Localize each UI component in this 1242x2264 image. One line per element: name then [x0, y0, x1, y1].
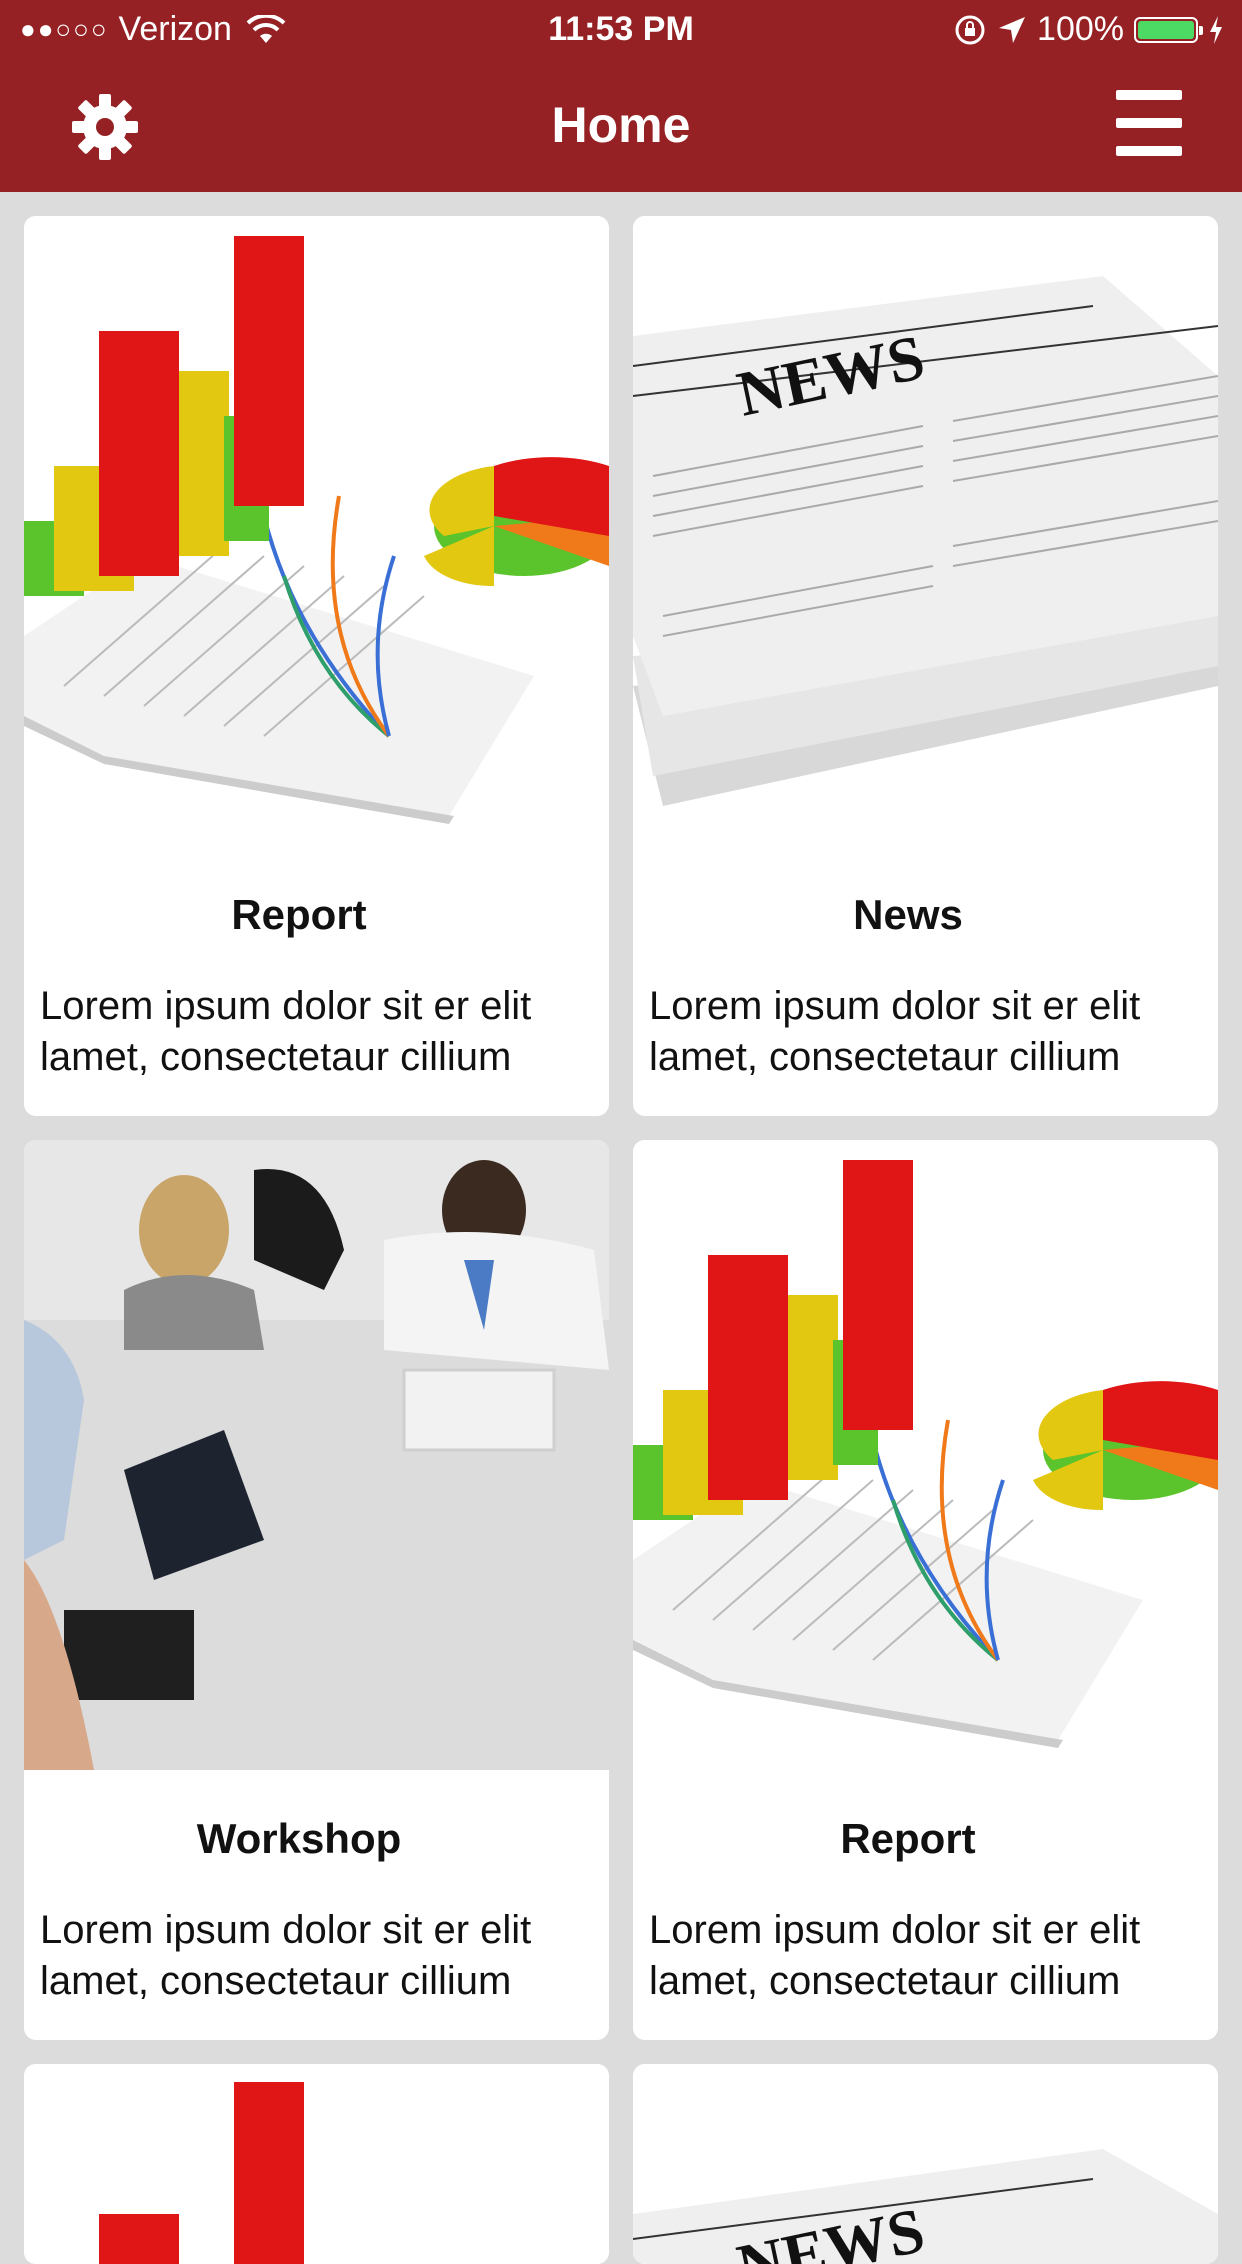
location-icon — [999, 16, 1026, 43]
card-description: Lorem ipsum dolor sit er elit lamet, con… — [649, 984, 1141, 1079]
card-report[interactable]: Report Lorem ipsum dolor sit er elit lam… — [24, 216, 609, 1116]
chart-image — [633, 1140, 1218, 1770]
newspaper-image: NEWS — [633, 216, 1218, 846]
page-title: Home — [551, 97, 691, 153]
card-description: Lorem ipsum dolor sit er elit lamet, con… — [649, 1908, 1141, 2003]
meeting-image — [24, 1140, 609, 1770]
newspaper-image: NEWS — [633, 2064, 1218, 2264]
card-news[interactable]: NEWS News Lorem ipsum dolor sit er elit … — [633, 216, 1218, 1116]
card-title: Workshop — [196, 1815, 402, 1862]
rotation-lock-icon — [955, 15, 985, 44]
card-report-2[interactable]: Report Lorem ipsum dolor sit er elit lam… — [633, 1140, 1218, 2040]
card-workshop[interactable]: Workshop Lorem ipsum dolor sit er elit l… — [24, 1140, 609, 2040]
card-description: Lorem ipsum dolor sit er elit lamet, con… — [40, 984, 532, 1079]
card-description: Lorem ipsum dolor sit er elit lamet, con… — [40, 1908, 532, 2003]
battery-percent: 100% — [1037, 10, 1124, 48]
hamburger-menu-icon[interactable] — [1116, 88, 1182, 158]
card-partial-right[interactable]: NEWS — [633, 2064, 1218, 2264]
card-title: Report — [231, 891, 367, 938]
card-partial-left[interactable] — [24, 2064, 609, 2264]
app-header: ●●○○○ Verizon 11:53 PM 100% Home — [0, 0, 1242, 192]
charging-icon — [1210, 15, 1222, 44]
battery-icon — [1134, 16, 1203, 43]
chart-image — [24, 216, 609, 846]
chart-image — [24, 2064, 609, 2264]
card-title: Report — [840, 1815, 976, 1862]
status-bar: ●●○○○ Verizon 11:53 PM 100% — [0, 0, 1242, 62]
card-title: News — [853, 891, 963, 938]
